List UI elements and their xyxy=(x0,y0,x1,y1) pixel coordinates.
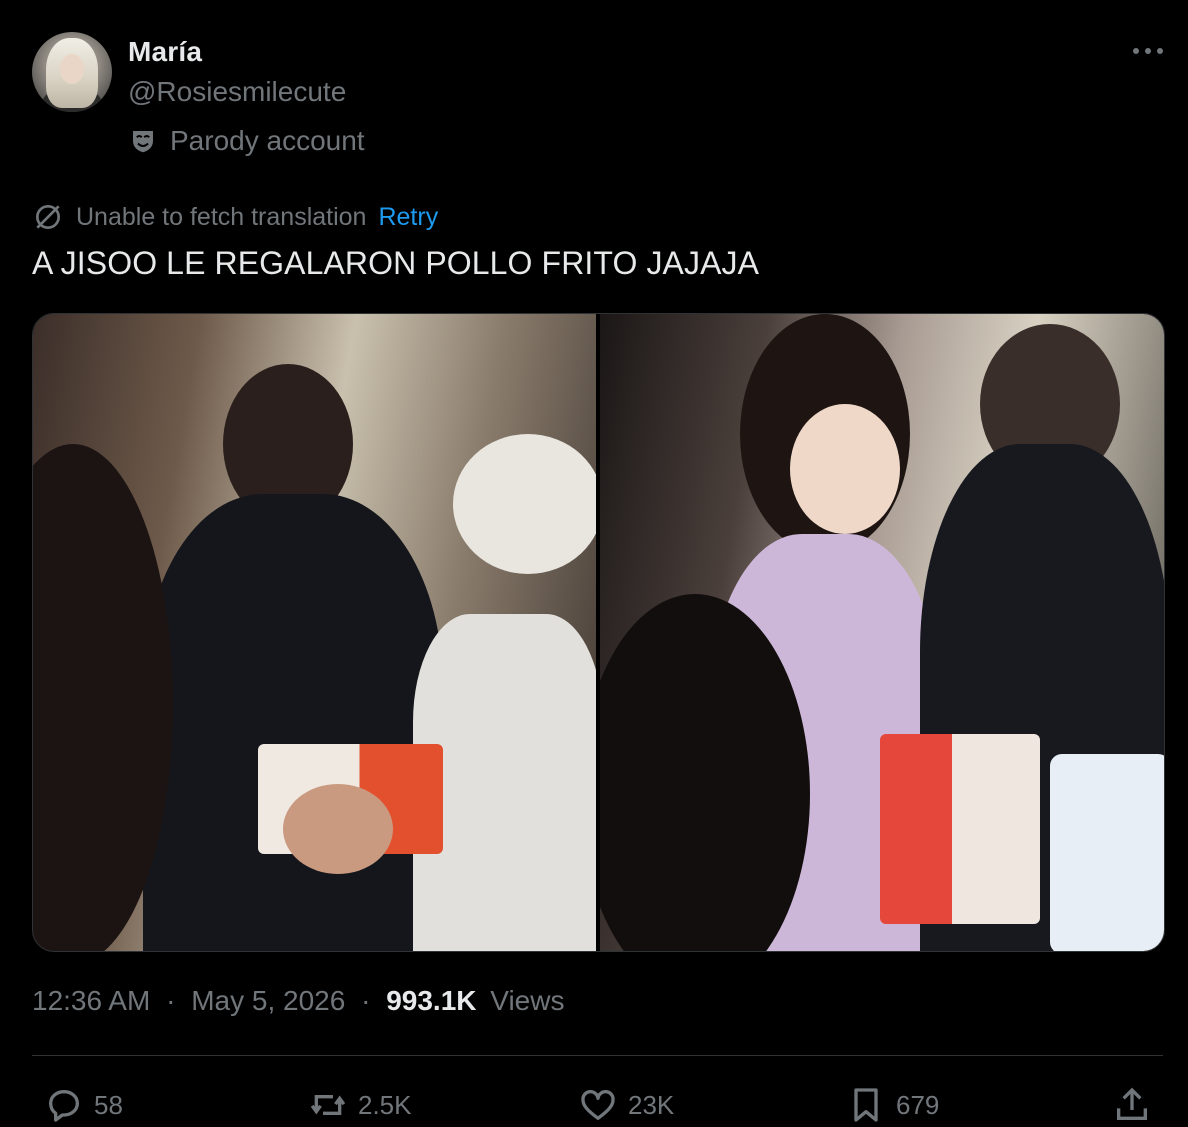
views-count[interactable]: 993.1K xyxy=(386,985,476,1016)
repost-count: 2.5K xyxy=(358,1089,412,1120)
repost-icon xyxy=(310,1095,346,1115)
more-dots-icon xyxy=(1133,48,1163,54)
photo-figure-woman-face xyxy=(790,404,900,534)
meta-separator: · xyxy=(361,985,371,1016)
photo-phone-screen xyxy=(1050,754,1164,951)
bookmark-icon xyxy=(854,1088,878,1122)
parody-label: Parody account xyxy=(128,123,365,159)
reply-count: 58 xyxy=(94,1089,123,1120)
like-count: 23K xyxy=(628,1089,675,1120)
reply-icon xyxy=(49,1090,80,1122)
parody-label-text: Parody account xyxy=(170,125,365,156)
photo-figure-suit xyxy=(143,494,443,951)
translation-bar: Unable to fetch translation Retry xyxy=(32,199,438,235)
heart-icon xyxy=(581,1089,615,1120)
tweet-media xyxy=(32,313,1165,952)
avatar-face-shape xyxy=(60,54,84,84)
share-icon xyxy=(1117,1087,1147,1120)
bookmark-button[interactable]: 679 xyxy=(846,1083,939,1127)
photo-box xyxy=(880,734,1040,924)
views-label: Views xyxy=(490,985,565,1016)
repost-button[interactable]: 2.5K xyxy=(308,1083,412,1127)
photo-hand xyxy=(283,784,393,874)
like-button[interactable]: 23K xyxy=(578,1083,674,1127)
photo-figure-cap xyxy=(453,434,596,574)
author-avatar[interactable] xyxy=(32,32,112,112)
retry-translation-link[interactable]: Retry xyxy=(378,203,438,232)
tweet-time[interactable]: 12:36 AM xyxy=(32,985,150,1016)
author-handle[interactable]: @Rosiesmilecute xyxy=(128,76,346,108)
bookmark-count: 679 xyxy=(896,1089,940,1120)
reply-button[interactable]: 58 xyxy=(44,1083,123,1127)
divider xyxy=(32,1055,1163,1056)
tweet-date[interactable]: May 5, 2026 xyxy=(191,985,345,1016)
more-options-button[interactable] xyxy=(1126,36,1170,66)
tweet-text: A JISOO LE REGALARON POLLO FRITO JAJAJA xyxy=(32,245,760,281)
translate-off-icon xyxy=(36,205,60,229)
media-photo-left[interactable] xyxy=(33,314,596,951)
author-display-name[interactable]: María xyxy=(128,36,202,68)
meta-separator: · xyxy=(166,985,176,1016)
tweet-meta: 12:36 AM · May 5, 2026 · 993.1K Views xyxy=(32,985,564,1017)
media-photo-right[interactable] xyxy=(600,314,1164,951)
theater-mask-icon xyxy=(133,131,153,153)
translation-status: Unable to fetch translation xyxy=(76,202,367,231)
share-button[interactable] xyxy=(1112,1083,1152,1127)
